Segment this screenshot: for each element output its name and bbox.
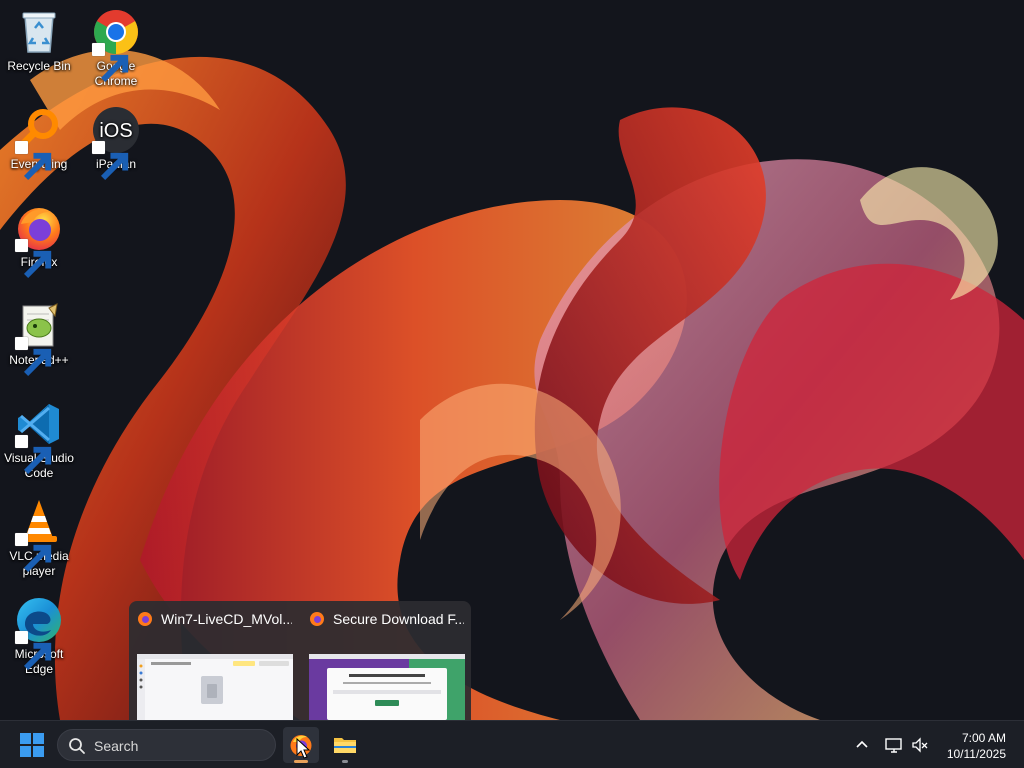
desktop-icon-recycle-bin[interactable]: Recycle Bin bbox=[1, 8, 77, 74]
shortcut-arrow-icon bbox=[15, 533, 52, 573]
shortcut-arrow-icon bbox=[15, 337, 52, 377]
preview-window-1[interactable]: Win7-LiveCD_MVol... bbox=[129, 601, 297, 720]
desktop-icon-everything[interactable]: Everything bbox=[1, 106, 77, 181]
taskbar-search-box[interactable]: Search bbox=[57, 729, 276, 761]
recycle-bin-icon bbox=[22, 12, 56, 53]
preview-thumbnail bbox=[137, 654, 293, 720]
desktop-icon-vlc-media-player[interactable]: VLC media player bbox=[1, 498, 77, 579]
desktop-icon-visual-studio-code[interactable]: Visual Studio Code bbox=[1, 400, 77, 481]
ipadian-glyph: iOS bbox=[99, 120, 132, 142]
chevron-up-icon[interactable] bbox=[852, 735, 872, 755]
volume-muted-icon[interactable] bbox=[910, 735, 930, 755]
desktop-icon-microsoft-edge[interactable]: Microsoft Edge bbox=[1, 596, 77, 677]
preview-title-text: Secure Download F... bbox=[333, 611, 464, 627]
preview-title-text: Win7-LiveCD_MVol... bbox=[161, 611, 292, 627]
shortcut-arrow-icon bbox=[15, 141, 52, 181]
running-indicator bbox=[294, 760, 308, 763]
desktop-icon-firefox[interactable]: Firefox bbox=[1, 204, 77, 279]
desktop-icon-notepad-plus-plus[interactable]: Notepad++ bbox=[1, 302, 77, 377]
start-button[interactable] bbox=[20, 733, 44, 757]
search-placeholder: Search bbox=[94, 738, 139, 754]
clock-time: 7:00 AM bbox=[961, 731, 1006, 745]
shortcut-arrow-icon bbox=[92, 141, 129, 181]
firefox-icon bbox=[310, 612, 324, 626]
desktop-icon-label: Recycle Bin bbox=[7, 59, 71, 73]
network-icon[interactable] bbox=[884, 735, 904, 755]
taskbar: Search 7:00 AM 10/11/2025 bbox=[0, 720, 1024, 768]
folder-icon bbox=[334, 738, 356, 753]
desktop-icon-google-chrome[interactable]: Google Chrome bbox=[78, 8, 154, 89]
mouse-cursor-icon bbox=[296, 738, 310, 759]
preview-thumbnail bbox=[309, 654, 465, 720]
shortcut-arrow-icon bbox=[15, 631, 52, 671]
shortcut-arrow-icon bbox=[15, 239, 52, 279]
shortcut-arrow-icon bbox=[92, 43, 129, 83]
desktop-icon-ipadian[interactable]: iOS iPadian bbox=[78, 106, 154, 181]
system-clock[interactable]: 7:00 AM 10/11/2025 bbox=[947, 730, 1006, 762]
shortcut-arrow-icon bbox=[15, 435, 52, 475]
taskbar-app-file-explorer[interactable] bbox=[327, 727, 363, 763]
preview-title: Win7-LiveCD_MVol... bbox=[137, 611, 292, 627]
search-icon bbox=[69, 738, 85, 754]
preview-window-2[interactable]: Secure Download F... bbox=[301, 601, 469, 720]
preview-title: Secure Download F... bbox=[309, 611, 464, 627]
taskbar-preview-popup: Win7-LiveCD_MVol... Secure Download F... bbox=[129, 601, 471, 720]
running-indicator bbox=[342, 760, 348, 763]
clock-date: 10/11/2025 bbox=[946, 747, 1006, 761]
firefox-icon bbox=[138, 612, 152, 626]
